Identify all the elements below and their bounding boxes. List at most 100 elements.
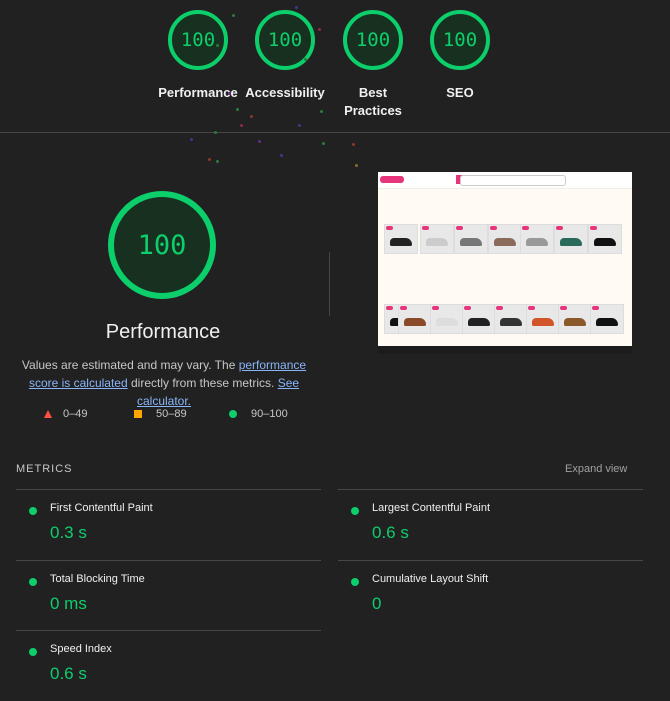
shoe-image [526, 238, 548, 246]
discount-tag [528, 306, 535, 310]
shoe-image [390, 238, 412, 246]
shoe-image [460, 238, 482, 246]
metric-value: 0.6 s [372, 523, 409, 542]
confetti-dot [320, 110, 323, 113]
metric-value: 0.6 s [50, 664, 87, 683]
discount-tag [496, 306, 503, 310]
metric-value: 0 [372, 594, 382, 613]
metric-value: 0.3 s [50, 523, 87, 542]
product-card [554, 224, 588, 254]
gauge-seo[interactable]: 100 SEO [415, 10, 505, 102]
metric-speed-index: Speed Index 0.6 s [16, 630, 321, 701]
gauge-accessibility[interactable]: 100 Accessibility [240, 10, 330, 102]
triangle-icon [44, 410, 52, 418]
pass-circle-icon [351, 578, 359, 586]
confetti-dot [250, 115, 253, 118]
confetti-dot [190, 138, 193, 141]
metric-first-contentful-paint: First Contentful Paint 0.3 s [16, 489, 321, 560]
discount-tag [490, 226, 497, 230]
gauge-best-practices[interactable]: 100 Best Practices [328, 10, 418, 120]
screenshot-header-button [380, 176, 404, 183]
shoe-image [594, 238, 616, 246]
score-value: 100 [442, 29, 478, 51]
square-icon [134, 410, 142, 418]
circle-icon [229, 410, 237, 418]
discount-tag [590, 226, 597, 230]
gauge-label: SEO [446, 85, 474, 100]
confetti-dot [298, 124, 301, 127]
product-card [520, 224, 554, 254]
score-value: 100 [267, 29, 303, 51]
confetti-dot [322, 142, 325, 145]
shoe-image [404, 318, 426, 326]
product-card [488, 224, 522, 254]
note-text: Values are estimated and may vary. The [21, 358, 239, 372]
legend-average: 50–89 [134, 408, 187, 420]
product-card [430, 304, 464, 334]
pass-circle-icon [29, 578, 37, 586]
product-card [398, 304, 432, 334]
metric-largest-contentful-paint: Largest Contentful Paint 0.6 s [338, 489, 643, 560]
metrics-heading: METRICS [16, 463, 73, 475]
discount-tag [560, 306, 567, 310]
confetti-dot [258, 140, 261, 143]
product-card [526, 304, 560, 334]
shoe-image [500, 318, 522, 326]
shoe-image [596, 318, 618, 326]
legend-pass: 90–100 [229, 408, 288, 420]
confetti-dot [208, 158, 211, 161]
expand-view-toggle[interactable]: Expand view [565, 463, 627, 475]
discount-tag [592, 306, 599, 310]
discount-tag [386, 226, 393, 230]
metric-name: First Contentful Paint [50, 502, 153, 514]
shoe-image [494, 238, 516, 246]
pass-circle-icon [351, 507, 359, 515]
product-card [462, 304, 496, 334]
product-card [454, 224, 488, 254]
pass-circle-icon [29, 507, 37, 515]
performance-gauge: 100 [108, 191, 216, 299]
confetti-dot [352, 143, 355, 146]
confetti-dot [318, 28, 321, 31]
pass-circle-icon [29, 648, 37, 656]
shoe-image [560, 238, 582, 246]
note-text: directly from these metrics. [127, 376, 278, 390]
discount-tag [464, 306, 471, 310]
discount-tag [432, 306, 439, 310]
discount-tag [556, 226, 563, 230]
product-card [558, 304, 592, 334]
screenshot-taskbar [378, 346, 632, 354]
gauge-performance[interactable]: 100 Performance [153, 10, 243, 102]
discount-tag [456, 226, 463, 230]
score-value: 100 [180, 29, 216, 51]
score-ring: 100 [255, 10, 315, 70]
metric-name: Speed Index [50, 643, 112, 655]
vertical-divider [329, 252, 330, 316]
metric-value: 0 ms [50, 594, 87, 613]
shoe-image [436, 318, 458, 326]
confetti-dot [228, 92, 231, 95]
score-ring: 100 [168, 10, 228, 70]
confetti-dot [232, 14, 235, 17]
confetti-dot [216, 160, 219, 163]
performance-score: 100 [137, 229, 187, 261]
confetti-dot [355, 164, 358, 167]
confetti-dot [214, 131, 217, 134]
product-card [590, 304, 624, 334]
discount-tag [522, 226, 529, 230]
shoe-image [468, 318, 490, 326]
score-note: Values are estimated and may vary. The p… [14, 356, 314, 410]
discount-tag [386, 306, 393, 310]
metric-total-blocking-time: Total Blocking Time 0 ms [16, 560, 321, 631]
score-ring: 100 [430, 10, 490, 70]
legend-fail: 0–49 [44, 408, 87, 420]
product-card [494, 304, 528, 334]
screenshot-site-header [378, 172, 632, 189]
product-card [384, 224, 418, 254]
legend-average-label: 50–89 [156, 408, 187, 420]
product-card [420, 224, 454, 254]
performance-title: Performance [105, 321, 221, 343]
final-screenshot[interactable] [378, 172, 632, 354]
confetti-dot [216, 44, 219, 47]
discount-tag [422, 226, 429, 230]
